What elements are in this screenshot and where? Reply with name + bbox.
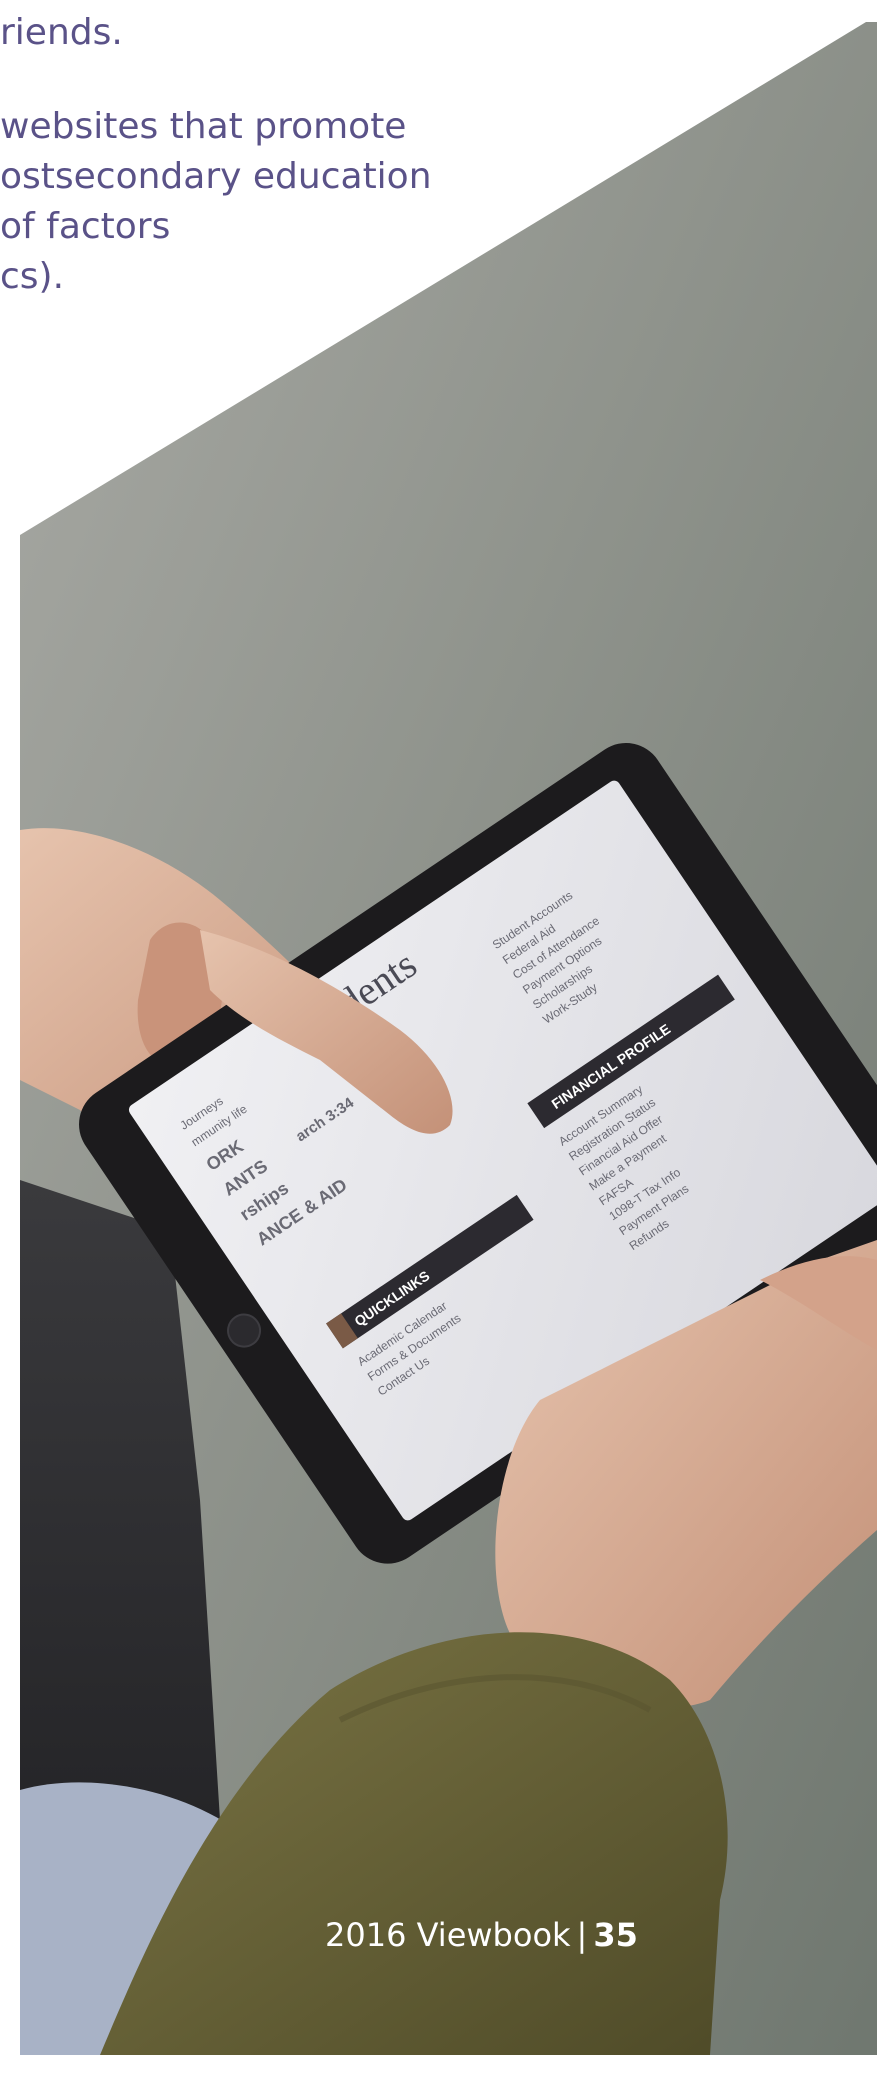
paragraph-line: of factors (0, 206, 171, 247)
viewbook-page: riends. websites that promote ostseconda… (0, 0, 877, 2082)
paragraph-line: ostsecondary education (0, 156, 432, 197)
paragraph-line: riends. (0, 12, 123, 53)
tablet-photo: udents Journeys mmunity life ORK ANTS rs… (20, 22, 877, 2055)
page-footer: 2016 Viewbook | 35 (325, 1916, 638, 1954)
paragraph-1: riends. (0, 8, 520, 58)
page-number: 35 (593, 1916, 638, 1954)
paragraph-line: websites that promote (0, 106, 407, 147)
viewbook-label: 2016 Viewbook (325, 1916, 571, 1954)
tablet-photo-illustration: udents Journeys mmunity life ORK ANTS rs… (20, 22, 877, 2055)
paragraph-line: cs). (0, 256, 65, 297)
footer-separator: | (576, 1916, 588, 1954)
paragraph-2: websites that promote ostsecondary educa… (0, 102, 520, 302)
